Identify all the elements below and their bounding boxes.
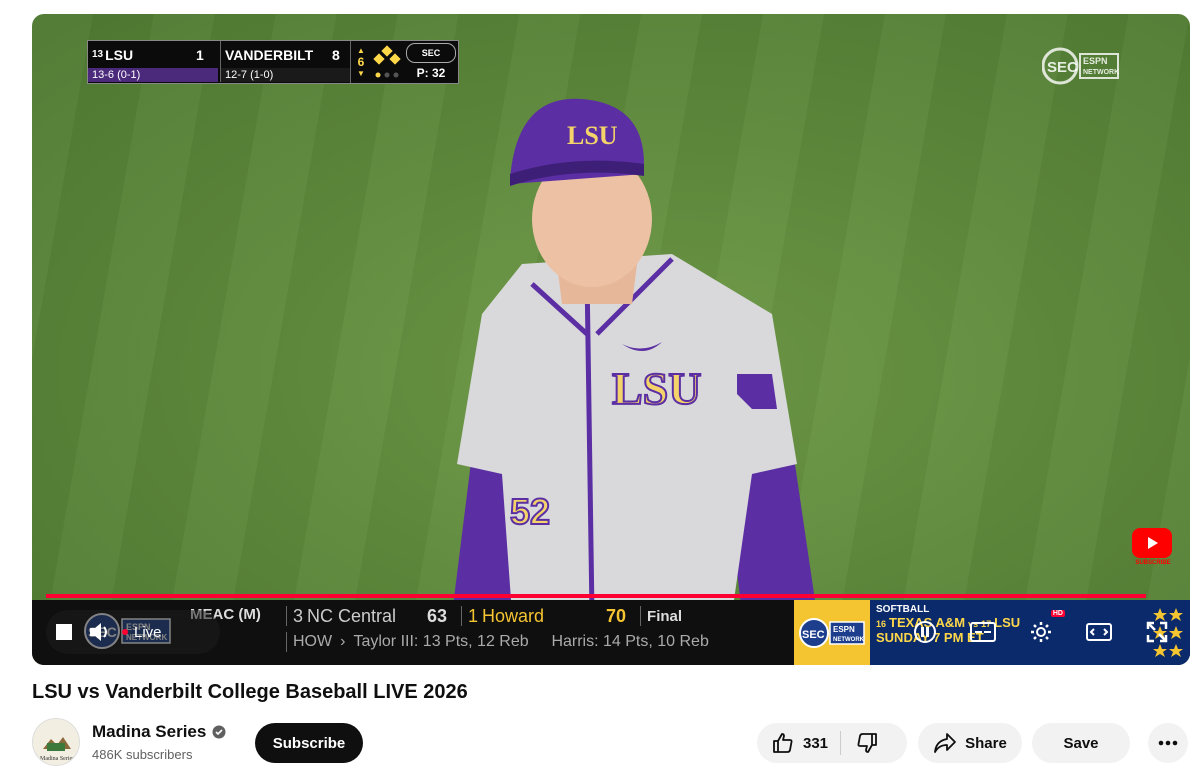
team2-score: 70 <box>606 605 627 626</box>
bases-diamond-icon <box>373 45 401 78</box>
player-controls-right: HD <box>896 610 1186 654</box>
sec-espn-watermark-icon: SEC ESPN NETWORK <box>1042 47 1119 85</box>
team1-rank: 3 <box>293 605 304 626</box>
svg-text:ESPN: ESPN <box>1083 56 1108 66</box>
svg-text:SEC: SEC <box>1047 59 1078 76</box>
vanderbilt-score: 8 <box>332 46 340 63</box>
like-dislike-group: 331 <box>757 723 907 763</box>
lsu-record: 13-6 (0-1) <box>88 68 218 82</box>
ticker-player1: Taylor III: 13 Pts, 12 Reb <box>353 633 529 650</box>
team2-rank: 1 <box>468 605 479 626</box>
svg-text:52: 52 <box>510 491 550 532</box>
sec-espn-promo-logo-icon: SEC ESPN NETWORK <box>794 600 870 665</box>
ticker-divider <box>286 606 287 626</box>
channel-avatar-image-icon: Madina Series <box>33 719 79 765</box>
ticker-team-abbr: HOW <box>293 633 333 650</box>
hd-badge: HD <box>1050 610 1065 617</box>
team1-name: NC Central <box>307 605 397 626</box>
channel-avatar[interactable]: Madina Series <box>32 718 80 766</box>
more-dots-icon <box>1158 740 1178 746</box>
ticker-divider <box>461 606 463 626</box>
video-player[interactable]: LSU LSU 52 13 LSU 1 13-6 (0-1) VANDERBIL… <box>32 14 1190 665</box>
player-controls-left: Live <box>46 610 220 654</box>
theater-icon <box>1086 623 1112 641</box>
stop-icon <box>56 624 72 640</box>
theater-mode-button[interactable] <box>1081 614 1117 650</box>
chevron-right-icon: › <box>340 633 346 650</box>
pitch-count: P: 32 <box>416 66 446 80</box>
ticker-player2: Harris: 14 Pts, 10 Reb <box>551 633 709 650</box>
verified-check-icon <box>212 725 226 739</box>
pause-button[interactable] <box>907 614 943 650</box>
lsu-score: 1 <box>196 46 204 63</box>
like-button[interactable]: 331 <box>757 723 840 763</box>
svg-text:LSU: LSU <box>612 363 701 414</box>
promo-rank1: 16 <box>876 619 887 629</box>
svg-text:NETWORK: NETWORK <box>833 637 865 643</box>
like-count: 331 <box>803 734 829 752</box>
team1-score: 63 <box>427 605 448 626</box>
inning-indicator: ▲ 6 ▼ <box>350 41 371 83</box>
vanderbilt-record: 12-7 (1-0) <box>220 68 351 82</box>
share-label: Share <box>965 734 1007 752</box>
subtitles-button[interactable] <box>965 614 1001 650</box>
share-arrow-icon <box>934 733 957 753</box>
live-progress-bar[interactable] <box>46 594 1146 598</box>
more-actions-button[interactable] <box>1148 723 1188 763</box>
channel-name-row: Madina Series <box>92 722 226 742</box>
gear-icon <box>1031 622 1051 642</box>
video-frame-ballplayer: LSU LSU 52 <box>452 98 817 615</box>
thumbs-up-icon <box>773 733 793 753</box>
settings-button[interactable]: HD <box>1023 610 1065 650</box>
svg-text:ESPN: ESPN <box>833 625 855 634</box>
svg-text:Madina Series: Madina Series <box>40 756 75 762</box>
fullscreen-icon <box>1146 621 1168 643</box>
share-button[interactable]: Share <box>918 723 1022 763</box>
live-label[interactable]: Live <box>134 624 162 641</box>
svg-text:SEC: SEC <box>802 629 825 641</box>
fullscreen-button[interactable] <box>1139 614 1175 650</box>
svg-text:LSU: LSU <box>567 121 618 150</box>
youtube-subscribe-icon: SUBSCRIBE <box>1135 560 1171 566</box>
volume-button[interactable] <box>82 614 118 650</box>
subscriber-count: 486K subscribers <box>92 747 193 762</box>
youtube-play-icon <box>1132 528 1172 558</box>
lsu-name: LSU <box>105 46 134 63</box>
ticker-divider <box>286 632 287 652</box>
pause-icon <box>914 621 936 643</box>
inning-up-arrow-icon: ▲ <box>357 46 365 55</box>
dislike-button[interactable] <box>841 723 893 763</box>
ticker-stats-row: HOW › Taylor III: 13 Pts, 12 Reb Harris:… <box>280 630 709 654</box>
inning-down-arrow-icon: ▼ <box>357 69 365 78</box>
svg-text:NETWORK: NETWORK <box>1083 69 1119 76</box>
sec-network-logo-icon: SEC <box>406 43 456 63</box>
lsu-rank: 13 <box>92 49 104 60</box>
live-dot-icon <box>122 629 128 635</box>
subtitles-icon <box>970 622 996 642</box>
save-label: Save <box>1063 734 1099 752</box>
youtube-subscribe-watermark[interactable]: SUBSCRIBE <box>1132 528 1174 572</box>
subscribe-button[interactable]: Subscribe <box>255 723 363 763</box>
thumbs-down-icon <box>857 733 877 753</box>
stop-button[interactable] <box>46 614 82 650</box>
team2-name: Howard <box>482 605 545 626</box>
ticker-divider <box>640 606 642 626</box>
channel-name[interactable]: Madina Series <box>92 722 206 742</box>
save-button[interactable]: Save <box>1032 723 1130 763</box>
video-title: LSU vs Vanderbilt College Baseball LIVE … <box>32 681 468 703</box>
volume-icon <box>90 623 107 641</box>
inning-number: 6 <box>357 55 365 69</box>
ticker-score-row: 3 NC Central 63 1 Howard 70 Final <box>280 604 682 628</box>
scorebug: 13 LSU 1 13-6 (0-1) VANDERBILT 8 12-7 (1… <box>87 40 459 84</box>
game-status: Final <box>647 607 683 625</box>
